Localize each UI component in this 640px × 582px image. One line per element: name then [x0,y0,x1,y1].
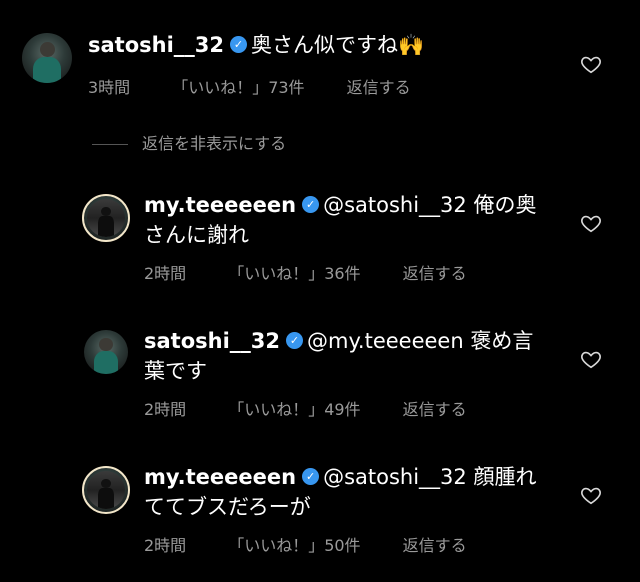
reply-body-line1: @satoshi__32 俺の奥 [323,193,537,217]
verified-badge-icon: ✓ [230,35,248,53]
likes-count[interactable]: 「いいね！」36件 [228,264,360,283]
hide-replies-button[interactable]: 返信を非表示にする [92,130,286,154]
reply-text: satoshi__32 ✓ @my.teeeeeen 褒め言 葉です [144,326,533,386]
avatar[interactable] [84,330,128,374]
timestamp: 3時間 [88,78,131,97]
username[interactable]: satoshi__32 [144,329,280,353]
avatar[interactable] [82,194,130,242]
verified-badge-icon: ✓ [302,195,320,213]
timestamp: 2時間 [144,536,187,555]
verified-badge-icon: ✓ [302,467,320,485]
heart-outline-icon[interactable] [580,348,602,370]
comment: satoshi__32 ✓ 奥さん似ですね🙌 3時間 「いいね！」73件 返信する [0,0,640,110]
reply-body-line2: ててブスだろーが [144,495,311,519]
likes-count[interactable]: 「いいね！」73件 [172,78,304,97]
reply-body-line2: さんに謝れ [144,223,249,247]
reply: my.teeeeeen ✓ @satoshi__32 俺の奥 さんに謝れ 2時間 「い… [0,190,640,290]
reply-meta: 2時間 「いいね！」36件 返信する [144,260,509,284]
avatar[interactable] [82,466,130,514]
timestamp: 2時間 [144,400,187,419]
reply-button[interactable]: 返信する [403,400,467,419]
divider-line [92,144,128,145]
heart-outline-icon[interactable] [580,53,602,75]
likes-count[interactable]: 「いいね！」49件 [228,400,360,419]
reply-text: my.teeeeeen ✓ @satoshi__32 俺の奥 さんに謝れ [144,190,536,250]
username[interactable]: my.teeeeeen [144,193,296,217]
reply: satoshi__32 ✓ @my.teeeeeen 褒め言 葉です 2時間 「いいね… [0,326,640,426]
reply-body-line1: @satoshi__32 顔腫れ [323,465,537,489]
reply-button[interactable]: 返信する [347,78,411,97]
heart-outline-icon[interactable] [580,212,602,234]
reply-body-line1: @my.teeeeeen 褒め言 [307,329,534,353]
verified-badge-icon: ✓ [286,331,304,349]
likes-count[interactable]: 「いいね！」50件 [228,536,360,555]
timestamp: 2時間 [144,264,187,283]
reply-button[interactable]: 返信する [403,264,467,283]
reply-button[interactable]: 返信する [403,536,467,555]
hide-replies-label[interactable]: 返信を非表示にする [142,134,286,153]
heart-outline-icon[interactable] [580,484,602,506]
comment-meta: 3時間 「いいね！」73件 返信する [88,74,453,98]
comment-body: 奥さん似ですね🙌 [251,33,425,57]
reply: my.teeeeeen ✓ @satoshi__32 顔腫れ ててブスだろーが 2時… [0,462,640,562]
reply-body-line2: 葉です [144,359,207,383]
username[interactable]: my.teeeeeen [144,465,296,489]
reply-meta: 2時間 「いいね！」49件 返信する [144,396,509,420]
avatar[interactable] [22,33,72,83]
reply-meta: 2時間 「いいね！」50件 返信する [144,532,509,556]
username[interactable]: satoshi__32 [88,33,224,57]
reply-text: my.teeeeeen ✓ @satoshi__32 顔腫れ ててブスだろーが [144,462,536,522]
comment-text: satoshi__32 ✓ 奥さん似ですね🙌 [88,30,424,60]
